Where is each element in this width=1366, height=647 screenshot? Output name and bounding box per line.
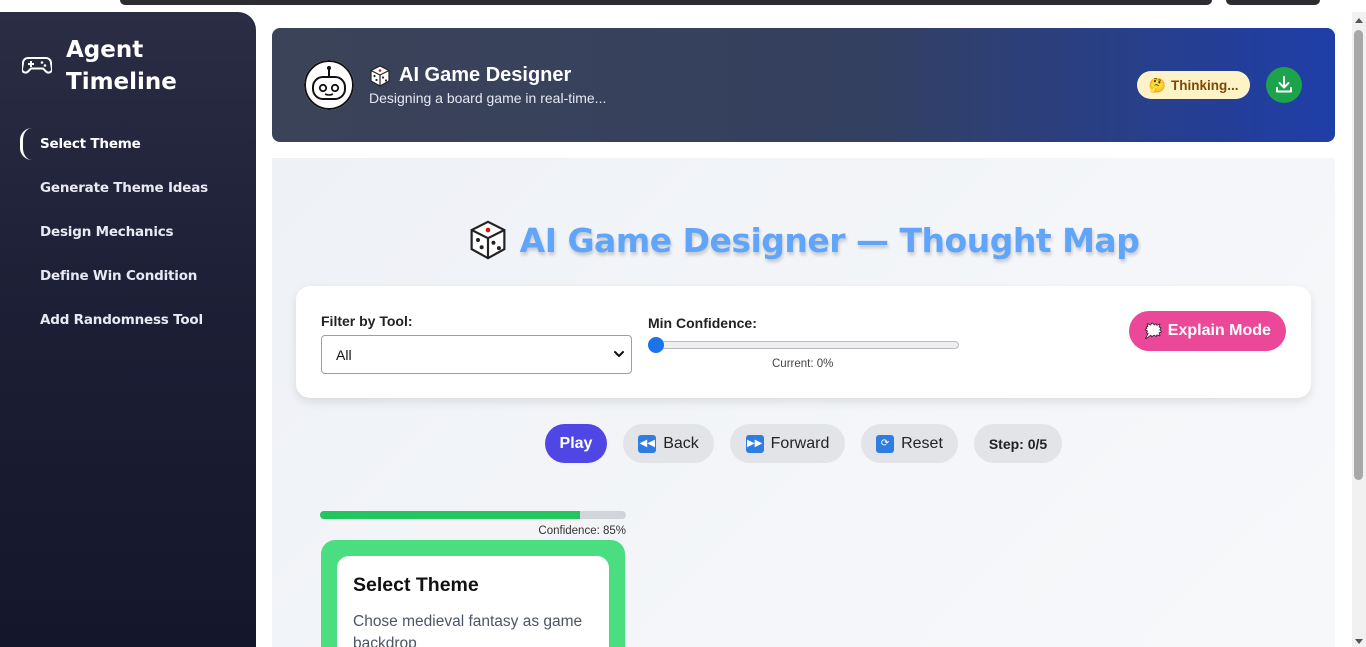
thought-map-title: AI Game Designer — Thought Map [272, 220, 1335, 260]
explain-mode-button[interactable]: 🗯️ Explain Mode [1129, 311, 1286, 351]
header-title: AI Game Designer [399, 64, 572, 86]
dice-icon [370, 64, 390, 87]
browser-control-edge [1226, 0, 1320, 5]
explain-mode-label: Explain Mode [1167, 322, 1271, 339]
sidebar-item-generate-theme-ideas[interactable]: Generate Theme Ideas [20, 166, 240, 210]
scrollbar-thumb[interactable] [1354, 30, 1363, 480]
gamepad-icon [22, 57, 52, 74]
back-label: Back [663, 434, 699, 452]
sidebar-brand: Agent Timeline [22, 34, 186, 98]
agent-timeline-sidebar: Agent Timeline Select Theme Generate The… [0, 12, 256, 647]
robot-avatar-icon [304, 60, 354, 110]
filter-label: Filter by Tool: [321, 313, 413, 329]
thinking-status-badge: 🤔 Thinking... [1137, 71, 1250, 99]
play-button[interactable]: Play [545, 424, 607, 463]
download-icon [1276, 76, 1292, 93]
speech-bubble-icon: 🗯️ [1144, 323, 1163, 340]
refresh-icon: ⟳ [876, 434, 895, 453]
reset-button[interactable]: ⟳ Reset [861, 424, 958, 463]
sidebar-title: Agent Timeline [66, 37, 177, 95]
sidebar-item-design-mechanics[interactable]: Design Mechanics [20, 210, 240, 254]
timeline-steps: Select Theme Generate Theme Ideas Design… [20, 122, 240, 342]
browser-top-strip [0, 0, 1366, 12]
scroll-down-arrow-icon[interactable] [1355, 639, 1363, 644]
header-title-row: AI Game Designer [369, 64, 571, 87]
card-confidence-label: Confidence: 85% [538, 525, 626, 537]
forward-label: Forward [770, 434, 830, 452]
chevron-down-icon [614, 351, 624, 357]
sidebar-item-select-theme[interactable]: Select Theme [20, 122, 240, 166]
status-text: Thinking... [1170, 77, 1239, 93]
app-header: AI Game Designer Designing a board game … [272, 28, 1335, 142]
page-scrollbar[interactable] [1352, 12, 1366, 647]
thought-card-description: Chose medieval fantasy as game backdrop [353, 613, 583, 647]
tool-filter-value: All [336, 346, 352, 363]
confidence-label: Min Confidence: [648, 315, 757, 331]
confidence-slider-thumb[interactable] [648, 337, 664, 353]
controls-panel: Filter by Tool: All Min Confidence: Curr… [296, 286, 1311, 398]
card-confidence-fill [320, 511, 581, 519]
thinking-face-icon: 🤔 [1148, 76, 1166, 93]
tool-filter-select[interactable]: All [321, 335, 632, 374]
scroll-up-arrow-icon[interactable] [1355, 18, 1363, 23]
step-counter: Step: 0/5 [974, 424, 1062, 463]
forward-button[interactable]: ▶▶ Forward [730, 424, 845, 463]
reset-label: Reset [901, 434, 943, 452]
thought-card[interactable]: Select Theme Chose medieval fantasy as g… [321, 540, 625, 647]
confidence-slider-track[interactable] [649, 341, 959, 349]
thought-card-body: Select Theme Chose medieval fantasy as g… [337, 556, 609, 647]
header-subtitle: Designing a board game in real-time... [369, 90, 607, 106]
card-confidence-bar [320, 511, 626, 519]
thought-map-title-text: AI Game Designer — Thought Map [519, 220, 1140, 260]
download-button[interactable] [1266, 67, 1302, 103]
sidebar-item-add-randomness-tool[interactable]: Add Randomness Tool [20, 298, 240, 342]
dice-icon [470, 220, 506, 260]
fast-forward-icon: ▶▶ [745, 434, 764, 453]
rewind-icon: ◀◀ [638, 434, 657, 453]
thought-card-title: Select Theme [353, 574, 479, 596]
thought-map-panel: AI Game Designer — Thought Map Filter by… [272, 158, 1335, 647]
address-bar-edge [120, 0, 1212, 5]
back-button[interactable]: ◀◀ Back [623, 424, 714, 463]
sidebar-item-define-win-condition[interactable]: Define Win Condition [20, 254, 240, 298]
confidence-current-value: Current: 0% [772, 358, 834, 370]
